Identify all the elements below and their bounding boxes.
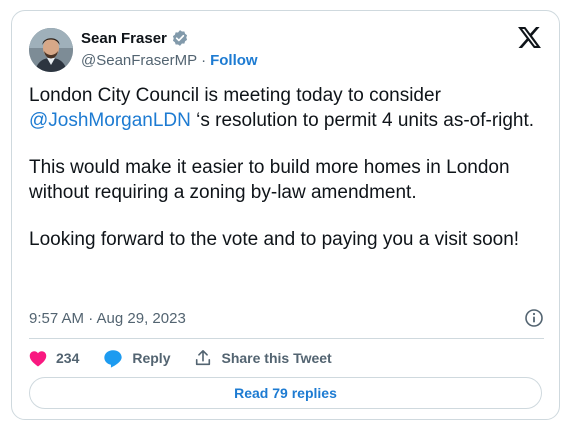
read-replies-label: Read 79 replies xyxy=(234,385,337,401)
share-button[interactable]: Share this Tweet xyxy=(194,349,332,367)
divider xyxy=(29,338,544,339)
reply-label: Reply xyxy=(132,350,171,366)
info-icon[interactable] xyxy=(524,308,544,328)
follow-link[interactable]: Follow xyxy=(210,52,258,69)
heart-icon xyxy=(29,350,47,366)
author-display-name[interactable]: Sean Fraser xyxy=(81,30,167,47)
reply-button[interactable]: Reply xyxy=(103,349,170,368)
handle-separator: · xyxy=(201,51,207,69)
author-handle[interactable]: @SeanFraserMP xyxy=(81,52,197,69)
like-button[interactable]: 234 xyxy=(29,350,79,367)
tweet-text-intro: London City Council is meeting today to … xyxy=(29,85,441,106)
tweet-timestamp[interactable]: 9:57 AM · Aug 29, 2023 xyxy=(29,310,186,327)
mention-link[interactable]: @JoshMorganLDN xyxy=(29,110,191,131)
read-replies-button[interactable]: Read 79 replies xyxy=(29,377,542,409)
verified-badge-icon xyxy=(171,29,189,47)
avatar[interactable] xyxy=(29,28,73,72)
like-count: 234 xyxy=(56,350,80,366)
tweet-actions: 234 Reply Share this Tweet xyxy=(29,347,356,369)
tweet-meta-row: 9:57 AM · Aug 29, 2023 xyxy=(29,307,544,329)
share-upload-icon xyxy=(196,349,211,366)
reply-bubble-icon xyxy=(104,349,123,368)
author-handle-row: @SeanFraserMP · Follow xyxy=(81,50,258,70)
share-label: Share this Tweet xyxy=(221,350,332,366)
x-logo-icon[interactable] xyxy=(518,27,541,48)
tweet-text-continuation: ‘s resolution to permit 4 units as-of-ri… xyxy=(190,110,535,131)
author-name-row: Sean Fraser xyxy=(81,28,189,48)
tweet-card: Sean Fraser @SeanFraserMP · Follow Londo… xyxy=(11,10,560,420)
tweet-paragraph-2: This would make it easier to build more … xyxy=(29,157,510,203)
tweet-text: London City Council is meeting today to … xyxy=(29,83,549,274)
tweet-paragraph-3: Looking forward to the vote and to payin… xyxy=(29,229,520,250)
tweet-paragraph-1: London City Council is meeting today to … xyxy=(29,83,549,133)
